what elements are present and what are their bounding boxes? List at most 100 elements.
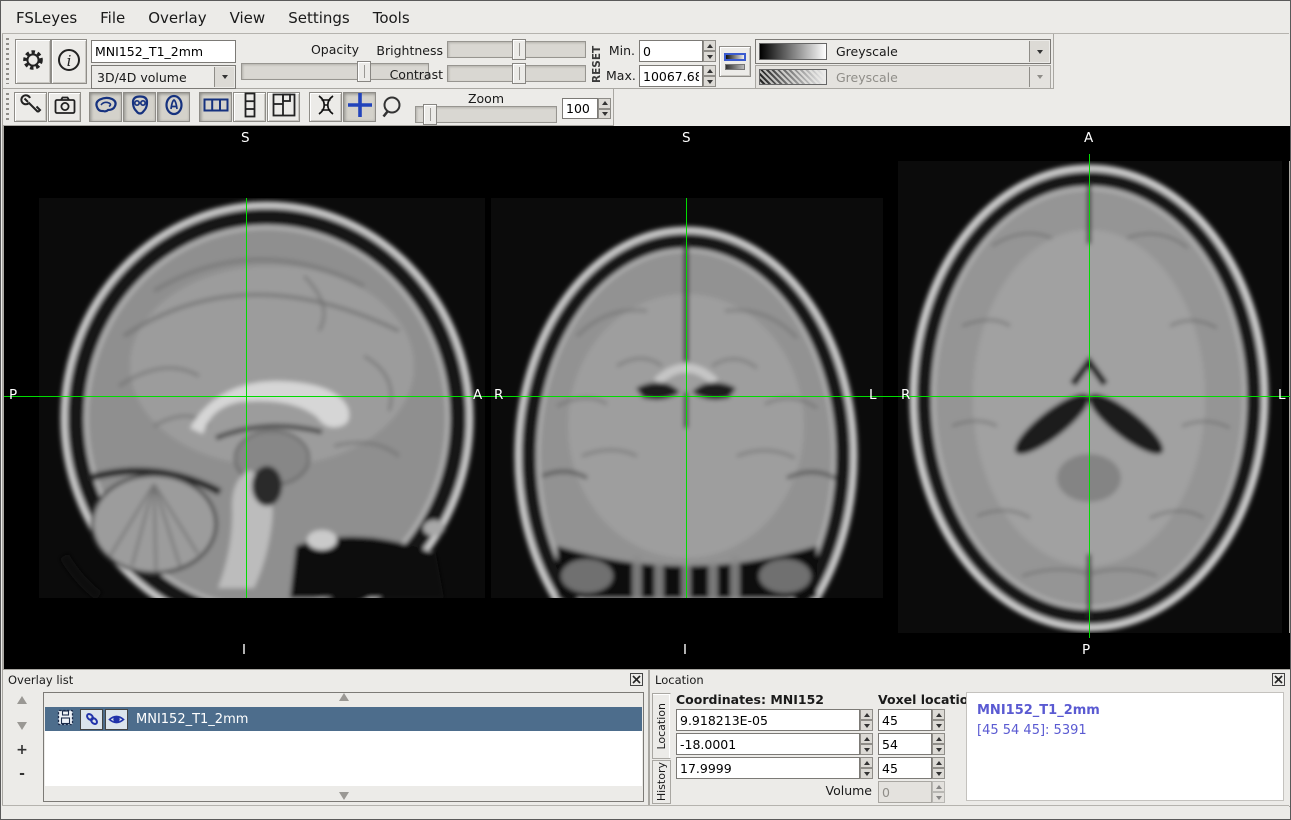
- zoom-slider[interactable]: [415, 106, 557, 123]
- colour-bar-toggle-button[interactable]: [719, 46, 751, 77]
- negative-colormap-value: Greyscale: [836, 70, 898, 85]
- max-spinner[interactable]: [703, 65, 716, 87]
- world-z-input[interactable]: [676, 757, 860, 779]
- layout-vertical-button[interactable]: [233, 92, 266, 122]
- min-value-input[interactable]: [639, 40, 703, 62]
- scroll-down-zone[interactable]: [44, 786, 643, 800]
- brightness-slider[interactable]: [447, 41, 586, 58]
- tab-location[interactable]: Location: [652, 693, 671, 759]
- view-settings-button[interactable]: [14, 92, 47, 122]
- contrast-label: Contrast: [375, 67, 443, 82]
- axial-view-icon: [163, 94, 185, 120]
- menu-tools[interactable]: Tools: [373, 5, 423, 31]
- overlay-info-button[interactable]: i: [51, 39, 87, 84]
- voxel-y-input[interactable]: [878, 733, 932, 755]
- toolbar-grip[interactable]: [6, 38, 9, 84]
- layout-grid-button[interactable]: [267, 92, 300, 122]
- visibility-eye-icon[interactable]: [105, 709, 128, 730]
- volume-spinner: [932, 781, 945, 803]
- zoom-slider-thumb[interactable]: [423, 104, 437, 125]
- overlay-list-empty-area: [45, 731, 642, 786]
- voxel-x-spinner[interactable]: [932, 709, 945, 731]
- orientation-label-left: L: [1278, 387, 1286, 403]
- scroll-up-zone[interactable]: [44, 693, 643, 707]
- gear-icon: [20, 47, 46, 77]
- world-x-spinner[interactable]: [860, 709, 873, 731]
- move-overlay-up-button[interactable]: [11, 692, 33, 708]
- min-spinner[interactable]: [703, 40, 716, 62]
- zoom-value-input[interactable]: [562, 98, 598, 119]
- coordinates-header: Coordinates: MNI152: [676, 692, 824, 707]
- info-overlay-name: MNI152_T1_2mm: [977, 701, 1273, 721]
- chevron-down-icon: [214, 67, 234, 87]
- world-y-spinner[interactable]: [860, 733, 873, 755]
- menu-settings[interactable]: Settings: [288, 5, 363, 31]
- world-z-spinner[interactable]: [860, 757, 873, 779]
- move-overlay-down-button[interactable]: [11, 718, 33, 734]
- contrast-slider-thumb[interactable]: [512, 63, 526, 84]
- sagittal-canvas[interactable]: S I P A: [4, 126, 487, 669]
- toggle-coronal-button[interactable]: [123, 92, 156, 122]
- voxel-z-input[interactable]: [878, 757, 932, 779]
- movie-mode-icon: [315, 94, 337, 120]
- layout-vertical-icon: [244, 92, 256, 122]
- voxel-z-spinner[interactable]: [932, 757, 945, 779]
- menu-view[interactable]: View: [230, 5, 279, 31]
- movie-mode-button[interactable]: [309, 92, 342, 122]
- overlay-type-dropdown[interactable]: 3D/4D volume: [91, 65, 236, 89]
- save-overlay-icon[interactable]: [57, 709, 74, 730]
- overlay-type-value: 3D/4D volume: [97, 70, 187, 85]
- toggle-sagittal-button[interactable]: [89, 92, 122, 122]
- add-overlay-button[interactable]: +: [11, 742, 33, 758]
- info-voxel-value: [45 54 45]: 5391: [977, 721, 1273, 741]
- tab-location-label: Location: [655, 703, 668, 750]
- cursor-value-info: MNI152_T1_2mm [45 54 45]: 5391: [966, 692, 1284, 801]
- overlay-name-input[interactable]: [91, 40, 236, 63]
- overlay-display-toolbar: i 3D/4D volume Opacity Brightness Contra…: [2, 34, 1054, 89]
- menu-file[interactable]: File: [100, 5, 138, 31]
- screenshot-button[interactable]: [48, 92, 81, 122]
- colormap-dropdown[interactable]: Greyscale: [755, 39, 1051, 64]
- opacity-slider-thumb[interactable]: [357, 61, 371, 82]
- orientation-label-anterior: A: [473, 387, 482, 403]
- volume-input: [878, 781, 932, 803]
- location-titlebar: Location: [650, 670, 1290, 689]
- world-y-input[interactable]: [676, 733, 860, 755]
- fsleyes-window: FSLeyes File Overlay View Settings Tools…: [0, 0, 1291, 820]
- overlay-list-titlebar: Overlay list: [3, 670, 648, 689]
- toolbar-grip[interactable]: [6, 93, 9, 121]
- contrast-slider[interactable]: [447, 65, 586, 82]
- max-value-input[interactable]: [639, 65, 703, 87]
- world-x-input[interactable]: [676, 709, 860, 731]
- close-icon[interactable]: [630, 673, 643, 686]
- voxel-x-input[interactable]: [878, 709, 932, 731]
- reset-button[interactable]: RESET: [591, 41, 603, 83]
- layout-horizontal-button[interactable]: [199, 92, 232, 122]
- overlay-list-item[interactable]: MNI152_T1_2mm: [45, 707, 642, 731]
- magnifier-icon[interactable]: [381, 95, 407, 125]
- crosshair-horizontal: [892, 396, 1291, 397]
- chevron-down-icon: [1029, 67, 1049, 87]
- camera-icon: [54, 96, 76, 119]
- colormap-swatch: [759, 43, 827, 60]
- menu-bar: FSLeyes File Overlay View Settings Tools: [2, 2, 1289, 34]
- crosshair-mode-button[interactable]: [343, 92, 376, 122]
- brightness-slider-thumb[interactable]: [512, 39, 526, 60]
- axial-canvas[interactable]: A P R L: [892, 126, 1291, 669]
- tab-history[interactable]: History: [652, 760, 671, 804]
- axial-slice-image: [892, 126, 1291, 669]
- close-icon[interactable]: [1272, 673, 1285, 686]
- colourbar-icon-secondary: [725, 64, 745, 70]
- menu-overlay[interactable]: Overlay: [148, 5, 219, 31]
- voxel-y-spinner[interactable]: [932, 733, 945, 755]
- brightness-label: Brightness: [375, 43, 443, 58]
- menu-fsleyes[interactable]: FSLeyes: [16, 5, 90, 31]
- coronal-canvas[interactable]: S I R L: [487, 126, 892, 669]
- display-settings-button[interactable]: [15, 39, 51, 84]
- remove-overlay-button[interactable]: -: [11, 766, 33, 782]
- toggle-axial-button[interactable]: [157, 92, 190, 122]
- link-overlay-button[interactable]: [80, 709, 103, 730]
- orientation-label-inferior: I: [683, 642, 687, 658]
- zoom-spinner[interactable]: [598, 98, 611, 119]
- orientation-label-right: R: [494, 387, 503, 403]
